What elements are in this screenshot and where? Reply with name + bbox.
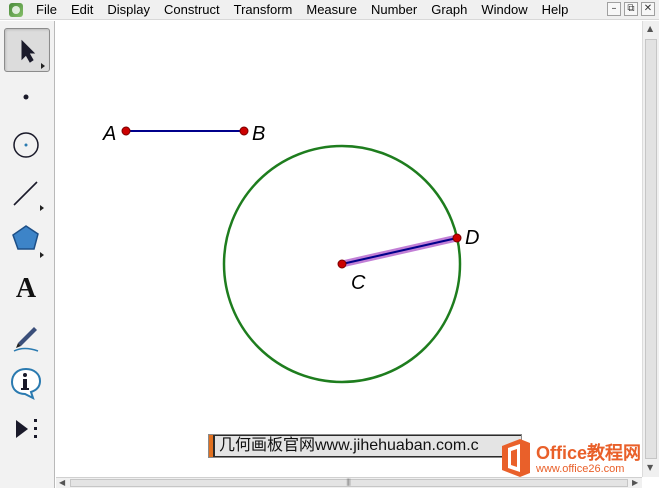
point-c[interactable] [337,259,347,269]
menu-display[interactable]: Display [100,0,157,20]
menu-graph[interactable]: Graph [424,0,474,20]
point-a[interactable] [121,126,131,136]
office-logo-title: Office教程网 [536,443,642,463]
point-tool[interactable] [4,75,50,119]
marker-pen-icon [13,327,39,352]
marker-tool[interactable] [4,313,50,357]
compass-tool[interactable] [4,123,50,167]
office-logo: Office教程网 www.office26.com [496,436,659,480]
menu-help[interactable]: Help [535,0,576,20]
office-logo-icon [502,439,530,477]
straightedge-icon [13,181,44,211]
watermark-text: 几何画板官网www.jihehuaban.com.c [215,436,521,456]
scroll-left-icon[interactable]: ◀ [59,478,65,487]
menu-file[interactable]: File [29,0,64,20]
custom-tools-icon [16,419,37,438]
restore-button[interactable]: ⧉ [624,2,638,16]
information-tool[interactable] [4,361,50,405]
circle-compass-icon [13,132,39,158]
menu-edit[interactable]: Edit [64,0,100,20]
sketch-canvas[interactable]: A B C D [56,21,642,477]
menu-transform[interactable]: Transform [227,0,300,20]
straightedge-tool[interactable] [4,171,50,215]
label-d[interactable]: D [465,227,479,249]
close-button[interactable]: ✕ [641,2,655,16]
polygon-icon [12,225,44,258]
office-logo-url: www.office26.com [536,463,625,475]
vertical-scroll-thumb[interactable] [645,39,657,459]
watermark-banner: 几何画板官网www.jihehuaban.com.c [208,434,522,458]
svg-text:A: A [16,273,37,304]
point-d[interactable] [452,233,462,243]
segment-cd[interactable] [341,237,458,265]
vertical-scrollbar[interactable]: ▲ ▼ [642,21,659,477]
text-icon: A [16,273,37,304]
label-a[interactable]: A [102,123,116,145]
label-b[interactable]: B [252,123,265,145]
scroll-grip-icon: ||| [346,478,351,486]
menu-construct[interactable]: Construct [157,0,227,20]
custom-tool[interactable] [4,408,50,452]
label-c[interactable]: C [351,272,366,294]
info-bubble-icon [10,367,42,400]
sketch-drawing: A B C D [102,123,479,384]
arrow-select-icon [21,39,45,69]
window-controls: – ⧉ ✕ [607,2,655,16]
menu-measure[interactable]: Measure [299,0,364,20]
minimize-button[interactable]: – [607,2,621,16]
app-icon[interactable] [9,2,23,17]
polygon-tool[interactable] [4,218,50,262]
watermark-accent [209,435,213,457]
menu-bar: File Edit Display Construct Transform Me… [0,0,659,20]
arrow-select-tool[interactable] [4,28,50,72]
menu-number[interactable]: Number [364,0,424,20]
point-b[interactable] [239,126,249,136]
text-tool[interactable]: A [4,266,50,310]
point-icon [23,94,29,100]
toolbox: A [0,21,55,488]
menu-window[interactable]: Window [474,0,534,20]
scroll-up-icon[interactable]: ▲ [647,24,653,33]
